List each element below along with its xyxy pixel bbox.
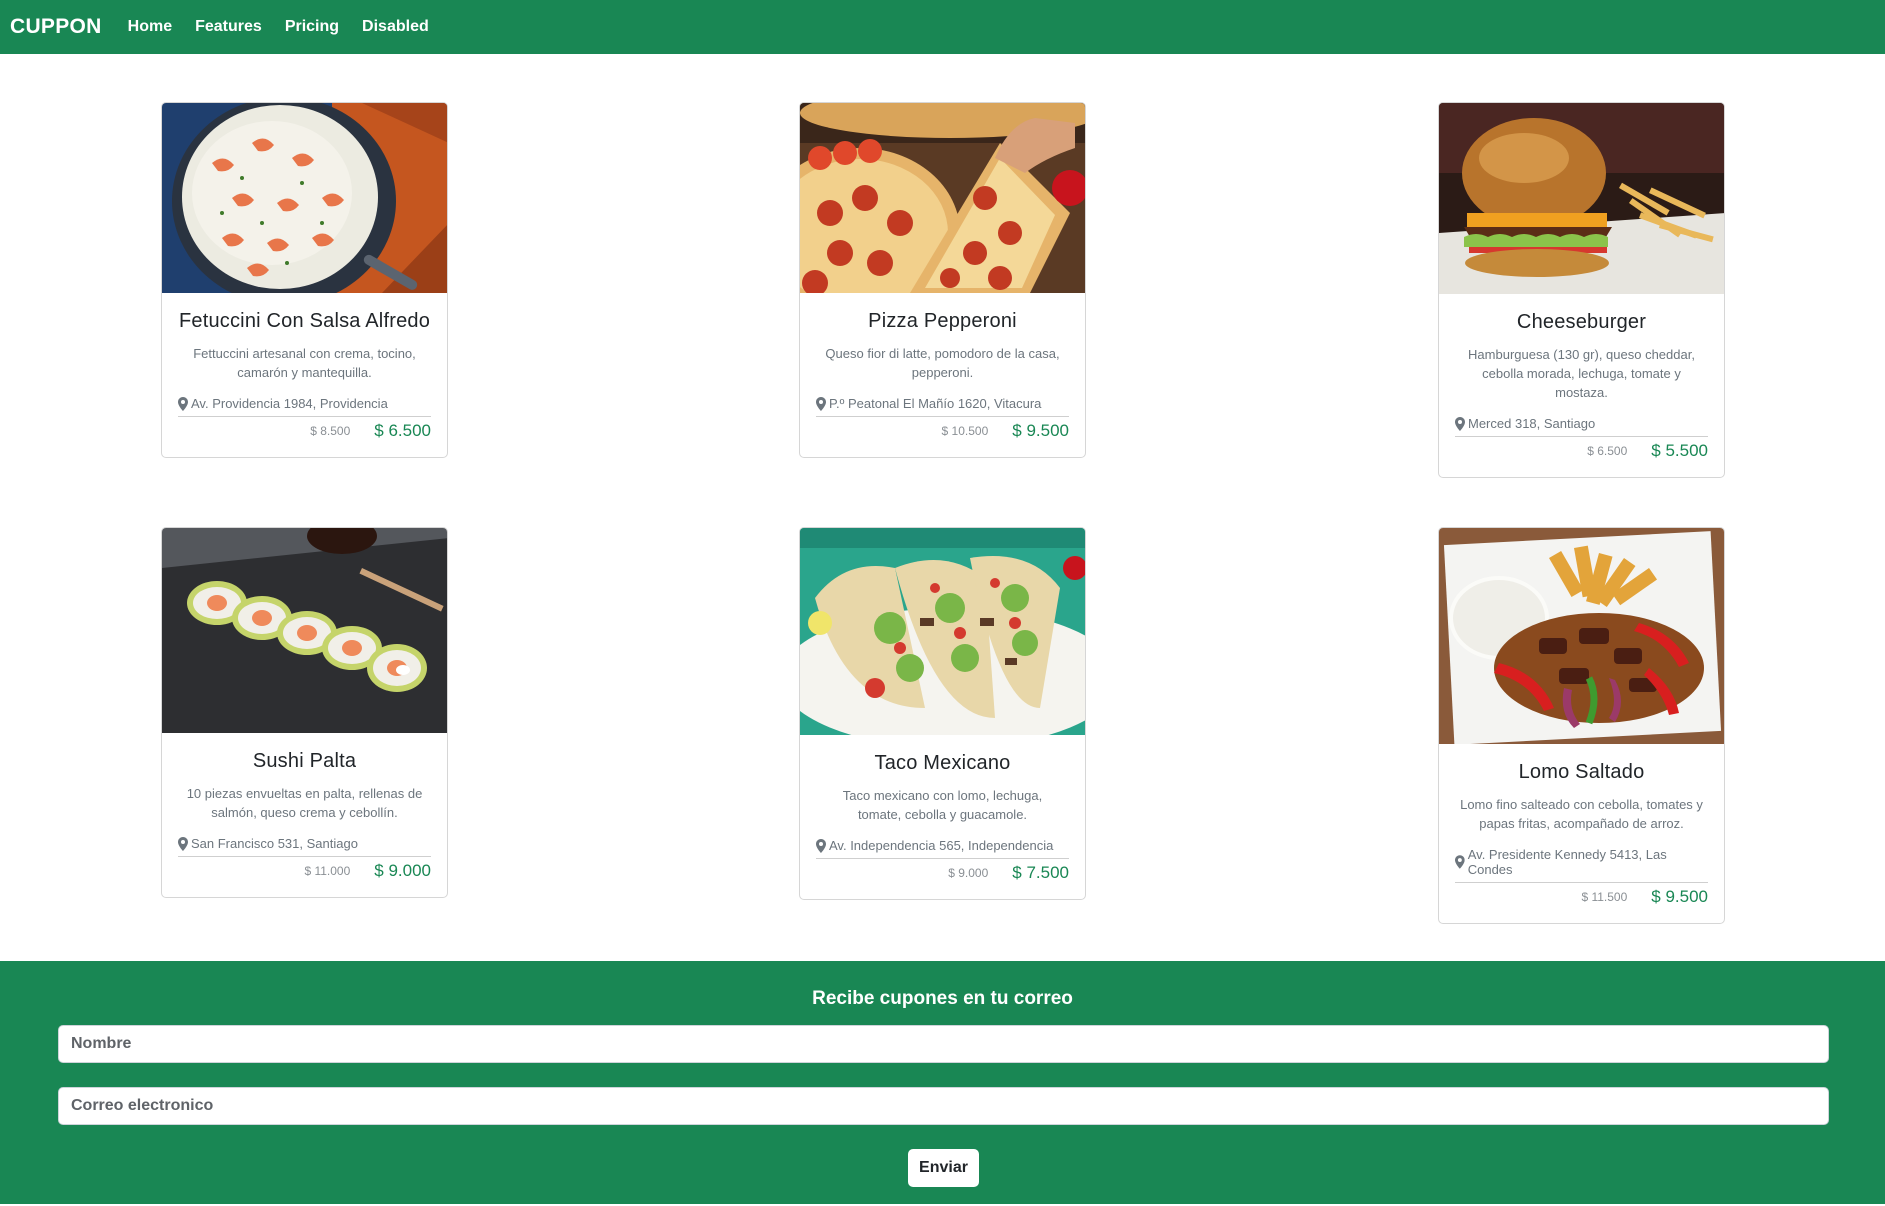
- pepperoni-pizza-image: [800, 103, 1085, 293]
- subscribe-title: Recibe cupones en tu correo: [812, 988, 1073, 1009]
- card-description: 10 piezas envueltas en palta, rellenas d…: [186, 786, 423, 820]
- map-marker-icon: [178, 397, 188, 411]
- card-title: Sushi Palta: [252, 750, 357, 772]
- card-description: Fettuccini artesanal con crema, tocino, …: [193, 346, 416, 380]
- card-location-text: P.º Peatonal El Mañío 1620, Vitacura: [829, 396, 1042, 411]
- card-location: Merced 318, Santiago: [1455, 416, 1708, 431]
- nav-link-disabled[interactable]: Disabled: [362, 18, 429, 36]
- map-marker-icon: [816, 839, 826, 853]
- card-description: Lomo fino salteado con cebolla, tomates …: [1460, 797, 1703, 831]
- card-description: Queso fior di latte, pomodoro de la casa…: [825, 346, 1060, 380]
- card-location: P.º Peatonal El Mañío 1620, Vitacura: [816, 396, 1069, 411]
- nav-link-features[interactable]: Features: [195, 18, 262, 36]
- product-card[interactable]: Cheeseburger Hamburguesa (130 gr), queso…: [1438, 102, 1725, 478]
- card-title: Taco Mexicano: [874, 752, 1011, 774]
- product-card[interactable]: Fetuccini Con Salsa Alfredo Fettuccini a…: [161, 102, 448, 458]
- map-marker-icon: [1455, 417, 1465, 431]
- card-location-text: Av. Independencia 565, Independencia: [829, 838, 1054, 853]
- card-prices: $ 11.500 $ 9.500: [1455, 883, 1708, 923]
- map-marker-icon: [816, 397, 826, 411]
- card-location: Av. Providencia 1984, Providencia: [178, 396, 431, 411]
- nav-link-pricing[interactable]: Pricing: [285, 18, 339, 36]
- price: $ 5.500: [1651, 441, 1708, 460]
- price: $ 9.000: [374, 861, 431, 880]
- nav-link-home[interactable]: Home: [128, 18, 172, 36]
- product-card[interactable]: Pizza Pepperoni Queso fior di latte, pom…: [799, 102, 1086, 458]
- product-card[interactable]: Taco Mexicano Taco mexicano con lomo, le…: [799, 527, 1086, 900]
- card-location-text: San Francisco 531, Santiago: [191, 836, 358, 851]
- card-title: Lomo Saltado: [1518, 761, 1645, 783]
- card-description: Taco mexicano con lomo, lechuga, tomate,…: [842, 788, 1043, 822]
- subscribe-section: Recibe cupones en tu correo Enviar: [0, 961, 1885, 1204]
- avocado-sushi-image: [162, 528, 447, 733]
- card-location: San Francisco 531, Santiago: [178, 836, 431, 851]
- product-card[interactable]: Lomo Saltado Lomo fino salteado con cebo…: [1438, 527, 1725, 924]
- card-title: Pizza Pepperoni: [868, 310, 1017, 332]
- price: $ 9.500: [1012, 421, 1069, 440]
- cheeseburger-image: [1439, 103, 1724, 294]
- product-card[interactable]: Sushi Palta 10 piezas envueltas en palta…: [161, 527, 448, 898]
- card-description: Hamburguesa (130 gr), queso cheddar, ceb…: [1468, 347, 1695, 400]
- card-location-text: Av. Presidente Kennedy 5413, Las Condes: [1467, 847, 1667, 877]
- map-marker-icon: [178, 837, 188, 851]
- old-price: $ 11.500: [1581, 890, 1628, 904]
- card-prices: $ 8.500 $ 6.500: [178, 417, 431, 457]
- card-prices: $ 10.500 $ 9.500: [816, 417, 1069, 457]
- card-location-text: Av. Providencia 1984, Providencia: [191, 396, 388, 411]
- card-location: Av. Presidente Kennedy 5413, Las Condes: [1455, 847, 1708, 877]
- card-prices: $ 11.000 $ 9.000: [178, 857, 431, 897]
- pasta-alfredo-shrimp-image: [162, 103, 447, 293]
- navbar: CUPPON Home Features Pricing Disabled: [0, 0, 1885, 54]
- old-price: $ 8.500: [310, 424, 351, 438]
- card-title: Cheeseburger: [1516, 311, 1647, 333]
- card-title: Fetuccini Con Salsa Alfredo: [178, 310, 431, 332]
- card-location: Av. Independencia 565, Independencia: [816, 838, 1069, 853]
- email-input[interactable]: [58, 1087, 1829, 1125]
- lomo-saltado-image: [1439, 528, 1724, 744]
- submit-button[interactable]: Enviar: [908, 1149, 979, 1187]
- card-prices: $ 9.000 $ 7.500: [816, 859, 1069, 899]
- card-prices: $ 6.500 $ 5.500: [1455, 437, 1708, 477]
- brand-link[interactable]: CUPPON: [10, 15, 102, 39]
- old-price: $ 9.000: [948, 866, 989, 880]
- old-price: $ 6.500: [1587, 444, 1628, 458]
- name-input[interactable]: [58, 1025, 1829, 1063]
- price: $ 9.500: [1651, 887, 1708, 906]
- old-price: $ 10.500: [941, 424, 989, 438]
- old-price: $ 11.000: [304, 864, 351, 878]
- map-marker-icon: [1455, 855, 1465, 869]
- card-location-text: Merced 318, Santiago: [1468, 416, 1596, 431]
- tacos-image: [800, 528, 1085, 735]
- price: $ 7.500: [1012, 863, 1069, 882]
- price: $ 6.500: [374, 421, 431, 440]
